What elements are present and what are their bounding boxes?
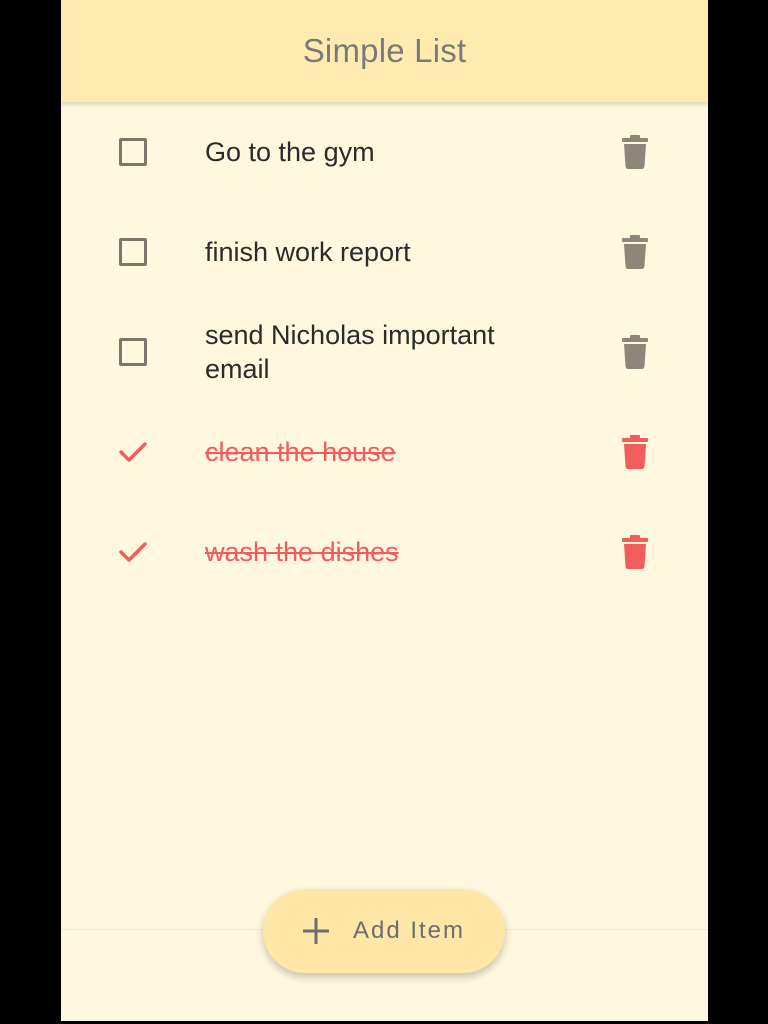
item-text: wash the dishes [205,537,399,567]
list-item: Go to the gym [61,102,708,202]
list-item: wash the dishes [61,502,708,602]
checkbox-unchecked[interactable] [116,135,150,169]
item-text: clean the house [205,437,396,467]
trash-icon [622,435,648,469]
checkbox-checked[interactable] [116,535,150,569]
app-title: Simple List [302,32,467,69]
item-text: finish work report [205,237,411,267]
delete-button[interactable] [619,333,651,371]
trash-icon [622,335,648,369]
app-screen: Simple List Go to the gym finish work re… [61,0,708,1021]
delete-button[interactable] [619,533,651,571]
checkbox-checked[interactable] [116,435,150,469]
checkbox-box [119,238,147,266]
delete-button[interactable] [619,133,651,171]
check-icon [119,542,147,562]
list-item: send Nicholas important email [61,302,708,402]
item-text: Go to the gym [205,137,375,167]
checkbox-unchecked[interactable] [116,335,150,369]
plus-icon [302,918,329,944]
checkbox-box [119,138,147,166]
list-item: finish work report [61,202,708,302]
add-item-button[interactable]: Add Item [263,889,505,973]
list-item: clean the house [61,402,708,502]
delete-button[interactable] [619,233,651,271]
delete-button[interactable] [619,433,651,471]
trash-icon [622,235,648,269]
trash-icon [622,135,648,169]
trash-icon [622,535,648,569]
add-item-label: Add Item [352,917,466,944]
todo-list: Go to the gym finish work report send Ni… [61,102,708,602]
check-icon [119,442,147,462]
item-text: send Nicholas important email [205,320,495,384]
checkbox-box [119,338,147,366]
checkbox-unchecked[interactable] [116,235,150,269]
app-bar: Simple List [61,0,708,102]
